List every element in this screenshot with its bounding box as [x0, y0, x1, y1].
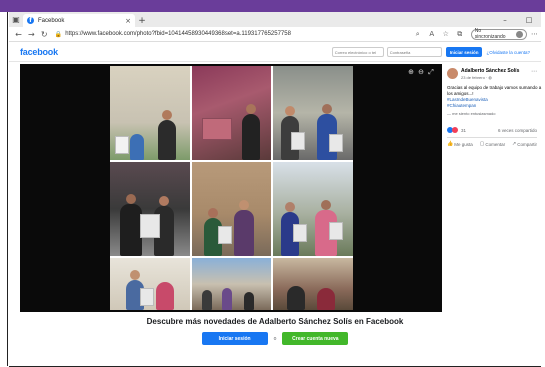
like-button[interactable]: 👍 Me gusta: [447, 141, 473, 147]
photo-viewer: ⊕ ⊖ ⤢: [20, 64, 442, 312]
photo-collage[interactable]: [110, 66, 353, 310]
collage-photo: [273, 66, 353, 161]
share-button[interactable]: ↗ Compartir: [512, 141, 537, 147]
collage-photo: [191, 66, 272, 161]
create-account-button[interactable]: Crear cuenta nueva: [282, 332, 349, 345]
read-aloud-icon[interactable]: A: [425, 30, 439, 38]
more-menu-icon[interactable]: ⋯: [531, 30, 538, 38]
post-options-icon[interactable]: ⋯: [531, 68, 537, 75]
banner-separator: o: [273, 335, 277, 342]
url-field[interactable]: 🔒 https://www.facebook.com/photo?fbid=10…: [55, 31, 405, 38]
collage-photo: [273, 258, 353, 310]
post-actions: 👍 Me gusta ▢ Comentar ↗ Compartir: [447, 137, 537, 147]
globe-icon: ◍: [488, 75, 492, 80]
like-label: Me gusta: [454, 141, 473, 147]
love-reaction-icon: [452, 127, 458, 133]
screenshot-frame: ▣ f Facebook × + – □ ← → ↻ 🔒 https://www…: [0, 0, 545, 367]
window-controls: – □: [493, 12, 541, 27]
favorite-star-icon[interactable]: ☆: [439, 30, 453, 38]
post-meta: Adalberto Sánchez Solís 23 de febrero · …: [461, 68, 519, 80]
post-sidebar: Adalberto Sánchez Solís 23 de febrero · …: [443, 64, 541, 312]
url-text: https://www.facebook.com/photo?fbid=1041…: [65, 31, 291, 37]
new-tab-button[interactable]: +: [135, 14, 149, 27]
restore-button[interactable]: □: [517, 12, 541, 27]
comment-button[interactable]: ▢ Comentar: [480, 141, 506, 147]
hashtag-link[interactable]: #Chiautempan: [447, 103, 537, 109]
avatar[interactable]: [447, 68, 458, 79]
minimize-button[interactable]: –: [493, 12, 517, 27]
banner-buttons: Iniciar sesión o Crear cuenta nueva: [9, 332, 541, 345]
signup-banner: Descubre más novedades de Adalberto Sánc…: [9, 312, 541, 367]
tab-actions-icon[interactable]: ▣: [9, 12, 23, 27]
fullscreen-icon[interactable]: ⤢: [426, 68, 436, 77]
address-bar: ← → ↻ 🔒 https://www.facebook.com/photo?f…: [9, 27, 541, 42]
right-border: [541, 12, 545, 366]
email-field[interactable]: Correo electrónico o tel: [331, 47, 384, 57]
collage-photo: [110, 162, 190, 257]
share-icon: ↗: [512, 141, 517, 147]
collage-photo: [110, 258, 190, 310]
top-band: [0, 0, 545, 12]
collage-photo: [191, 258, 272, 310]
password-field[interactable]: Contraseña: [386, 47, 442, 57]
tab-bar: ▣ f Facebook × + – □: [9, 12, 541, 27]
post-header: Adalberto Sánchez Solís 23 de febrero · …: [447, 68, 537, 80]
thumbs-up-icon: 👍: [447, 141, 454, 147]
post-author[interactable]: Adalberto Sánchez Solís: [461, 68, 519, 74]
tab-title: Facebook: [38, 17, 65, 24]
address-icons: ⌕ A ☆ ⧉: [411, 30, 467, 39]
zoom-in-icon[interactable]: ⊕: [406, 68, 416, 77]
share-count[interactable]: 6 veces compartido: [498, 128, 537, 133]
post-date[interactable]: 23 de febrero · ◍: [461, 75, 519, 80]
profile-button[interactable]: No sincronizando: [470, 28, 527, 40]
left-border: [0, 12, 8, 366]
reaction-count[interactable]: 31: [461, 128, 466, 133]
banner-title: Descubre más novedades de Adalberto Sánc…: [146, 317, 404, 326]
banner-login-button[interactable]: Iniciar sesión: [201, 332, 268, 345]
profile-status-label: No sincronizando: [474, 28, 506, 40]
collections-icon[interactable]: ⧉: [453, 30, 467, 39]
forgot-account-link[interactable]: ¿Olvidaste la cuenta?: [486, 50, 530, 55]
comment-icon: ▢: [479, 141, 485, 147]
collage-photo: [191, 162, 272, 257]
close-tab-icon[interactable]: ×: [125, 17, 131, 25]
collage-photo: [110, 66, 190, 161]
zoom-out-icon[interactable]: ⊖: [416, 68, 426, 77]
back-arrow-icon[interactable]: ←: [12, 28, 25, 41]
facebook-favicon-icon: f: [27, 17, 34, 24]
comment-label: Comentar: [485, 141, 506, 147]
login-form: Correo electrónico o tel Contraseña Inic…: [331, 47, 530, 57]
reload-icon[interactable]: ↻: [38, 28, 51, 41]
tab-facebook[interactable]: f Facebook ×: [23, 14, 135, 27]
post-text: Gracias al equipo de trabajo vamos suman…: [447, 85, 541, 109]
facebook-logo[interactable]: facebook: [20, 47, 58, 57]
reactions-bar: 31 6 veces compartido: [447, 127, 537, 133]
feeling-text: — me siento entusiasmado: [447, 111, 496, 116]
browser-window: ▣ f Facebook × + – □ ← → ↻ 🔒 https://www…: [9, 12, 541, 367]
profile-avatar-icon: [516, 30, 523, 38]
collage-photo: [273, 162, 353, 257]
viewer-tools: ⊕ ⊖ ⤢: [406, 68, 436, 77]
login-button[interactable]: Iniciar sesión: [445, 47, 483, 57]
zoom-icon[interactable]: ⌕: [411, 30, 425, 39]
forward-arrow-icon[interactable]: →: [25, 28, 38, 41]
share-label: Compartir: [517, 141, 537, 147]
post-date-text: 23 de febrero ·: [461, 75, 489, 80]
facebook-header: facebook Correo electrónico o tel Contra…: [9, 43, 541, 62]
lock-icon: 🔒: [54, 30, 63, 38]
